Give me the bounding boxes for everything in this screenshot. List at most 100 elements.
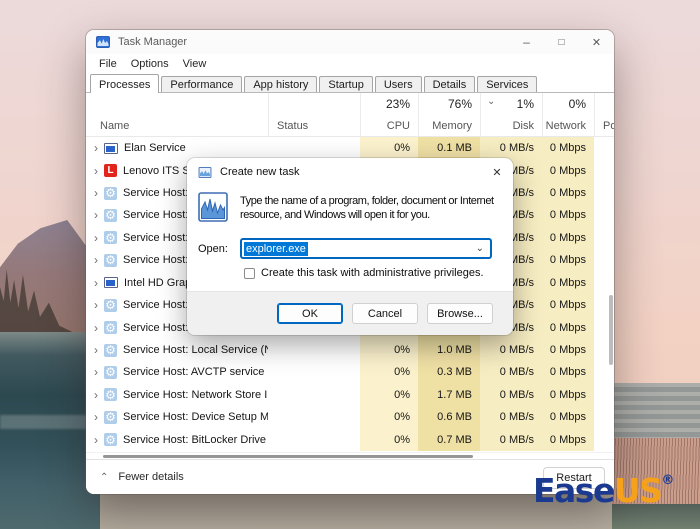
menu-bar: File Options View xyxy=(86,54,614,73)
minimize-icon[interactable]: – xyxy=(509,30,544,54)
tab-users[interactable]: Users xyxy=(375,76,422,92)
maximize-icon[interactable]: □ xyxy=(544,30,579,54)
tab-services[interactable]: Services xyxy=(477,76,537,92)
power-cell xyxy=(594,384,614,406)
name-cell: › ⚙ Service Host: Local Service (Net... xyxy=(86,339,268,361)
expand-chevron-icon[interactable]: › xyxy=(94,187,98,199)
gear-icon: ⚙ xyxy=(104,433,117,446)
menu-view[interactable]: View xyxy=(176,58,214,70)
dialog-close-icon[interactable]: ✕ xyxy=(481,158,513,186)
expand-chevron-icon[interactable]: › xyxy=(94,411,98,423)
table-row[interactable]: › ⚙ Service Host: Local Service (Net... … xyxy=(86,339,614,361)
column-header-status[interactable]: Status xyxy=(268,93,360,136)
cancel-button[interactable]: Cancel xyxy=(352,303,418,324)
admin-privileges-checkbox[interactable] xyxy=(244,268,255,279)
sort-chevron-icon: ⌄ xyxy=(487,96,495,107)
desktop-wallpaper-water-right xyxy=(612,383,700,440)
horizontal-scrollbar[interactable] xyxy=(103,455,473,458)
open-combobox[interactable]: explorer.exe ⌄ xyxy=(240,238,492,259)
dialog-body: Type the name of a program, folder, docu… xyxy=(187,186,513,291)
column-header-power-partial[interactable]: Po xyxy=(594,93,614,136)
expand-chevron-icon[interactable]: › xyxy=(94,344,98,356)
dialog-description: Type the name of a program, folder, docu… xyxy=(240,194,504,222)
process-name: Service Host: Local Service (Net... xyxy=(123,344,268,356)
vertical-scrollbar[interactable] xyxy=(609,295,613,365)
combobox-value[interactable]: explorer.exe xyxy=(244,242,308,256)
table-row[interactable]: › ⚙ Service Host: Device Setup Man... 0%… xyxy=(86,406,614,428)
dialog-title: Create new task xyxy=(220,166,299,178)
expand-chevron-icon[interactable]: › xyxy=(94,254,98,266)
task-manager-mini-icon xyxy=(198,167,212,178)
power-cell xyxy=(594,227,614,249)
expand-chevron-icon[interactable]: › xyxy=(94,277,98,289)
tab-details[interactable]: Details xyxy=(424,76,476,92)
chevron-up-icon: ⌃ xyxy=(100,472,108,483)
status-cell xyxy=(268,339,360,361)
name-cell: › Elan Service xyxy=(86,137,268,159)
menu-file[interactable]: File xyxy=(92,58,124,70)
close-icon[interactable]: ✕ xyxy=(579,30,614,54)
status-cell xyxy=(268,428,360,450)
status-cell xyxy=(268,406,360,428)
memory-cell: 0.1 MB xyxy=(418,137,480,159)
table-row[interactable]: › Elan Service 0% 0.1 MB 0 MB/s 0 Mbps xyxy=(86,137,614,159)
task-manager-icon xyxy=(96,36,110,48)
cpu-cell: 0% xyxy=(360,339,418,361)
fewer-details-toggle[interactable]: Fewer details xyxy=(118,471,183,483)
expand-chevron-icon[interactable]: › xyxy=(94,322,98,334)
menu-options[interactable]: Options xyxy=(124,58,176,70)
network-cell: 0 Mbps xyxy=(542,361,594,383)
disk-cell: 0 MB/s xyxy=(480,428,542,450)
expand-chevron-icon[interactable]: › xyxy=(94,389,98,401)
admin-privileges-label: Create this task with administrative pri… xyxy=(261,267,484,279)
gear-icon: ⚙ xyxy=(104,209,117,222)
expand-chevron-icon[interactable]: › xyxy=(94,142,98,154)
expand-chevron-icon[interactable]: › xyxy=(94,209,98,221)
column-header-network[interactable]: 0% Network xyxy=(542,93,594,136)
disk-cell: 0 MB/s xyxy=(480,384,542,406)
chevron-down-icon[interactable]: ⌄ xyxy=(476,243,484,254)
column-header-name[interactable]: Name xyxy=(86,93,268,136)
registered-mark-icon: ® xyxy=(661,473,674,488)
disk-cell: 0 MB/s xyxy=(480,361,542,383)
lenovo-icon: L xyxy=(104,164,117,177)
table-row[interactable]: › ⚙ Service Host: AVCTP service 0% 0.3 M… xyxy=(86,361,614,383)
name-cell: › ⚙ Service Host: AVCTP service xyxy=(86,361,268,383)
dialog-footer: OK Cancel Browse... xyxy=(187,291,513,335)
tab-processes[interactable]: Processes xyxy=(90,74,159,93)
process-name: Elan Service xyxy=(124,142,186,154)
column-header-disk[interactable]: ⌄ 1% Disk xyxy=(480,93,542,136)
table-row[interactable]: › ⚙ Service Host: BitLocker Drive En... … xyxy=(86,428,614,450)
tab-startup[interactable]: Startup xyxy=(319,76,372,92)
power-cell xyxy=(594,137,614,159)
run-chart-icon xyxy=(198,192,228,222)
network-cell: 0 Mbps xyxy=(542,272,594,294)
column-header-memory[interactable]: 76% Memory xyxy=(418,93,480,136)
expand-chevron-icon[interactable]: › xyxy=(94,232,98,244)
easeus-logo-text-blue: Ease xyxy=(533,471,614,510)
power-cell xyxy=(594,406,614,428)
cpu-cell: 0% xyxy=(360,137,418,159)
expand-chevron-icon[interactable]: › xyxy=(94,366,98,378)
name-cell: › ⚙ Service Host: BitLocker Drive En... xyxy=(86,428,268,450)
admin-privileges-row[interactable]: Create this task with administrative pri… xyxy=(244,267,484,279)
cpu-cell: 0% xyxy=(360,406,418,428)
horizontal-scrollbar-track[interactable] xyxy=(86,452,614,459)
column-header-cpu[interactable]: 23% CPU xyxy=(360,93,418,136)
power-cell xyxy=(594,272,614,294)
ok-button[interactable]: OK xyxy=(277,303,343,324)
power-cell xyxy=(594,249,614,271)
network-cell: 0 Mbps xyxy=(542,249,594,271)
memory-cell: 0.3 MB xyxy=(418,361,480,383)
tab-performance[interactable]: Performance xyxy=(161,76,242,92)
expand-chevron-icon[interactable]: › xyxy=(94,299,98,311)
tab-app-history[interactable]: App history xyxy=(244,76,317,92)
window-icon xyxy=(104,277,118,288)
gear-icon: ⚙ xyxy=(104,388,117,401)
expand-chevron-icon[interactable]: › xyxy=(94,434,98,446)
gear-icon: ⚙ xyxy=(104,344,117,357)
memory-total: 76% xyxy=(419,97,472,111)
browse-button[interactable]: Browse... xyxy=(427,303,493,324)
table-row[interactable]: › ⚙ Service Host: Network Store Inte... … xyxy=(86,384,614,406)
expand-chevron-icon[interactable]: › xyxy=(94,165,98,177)
